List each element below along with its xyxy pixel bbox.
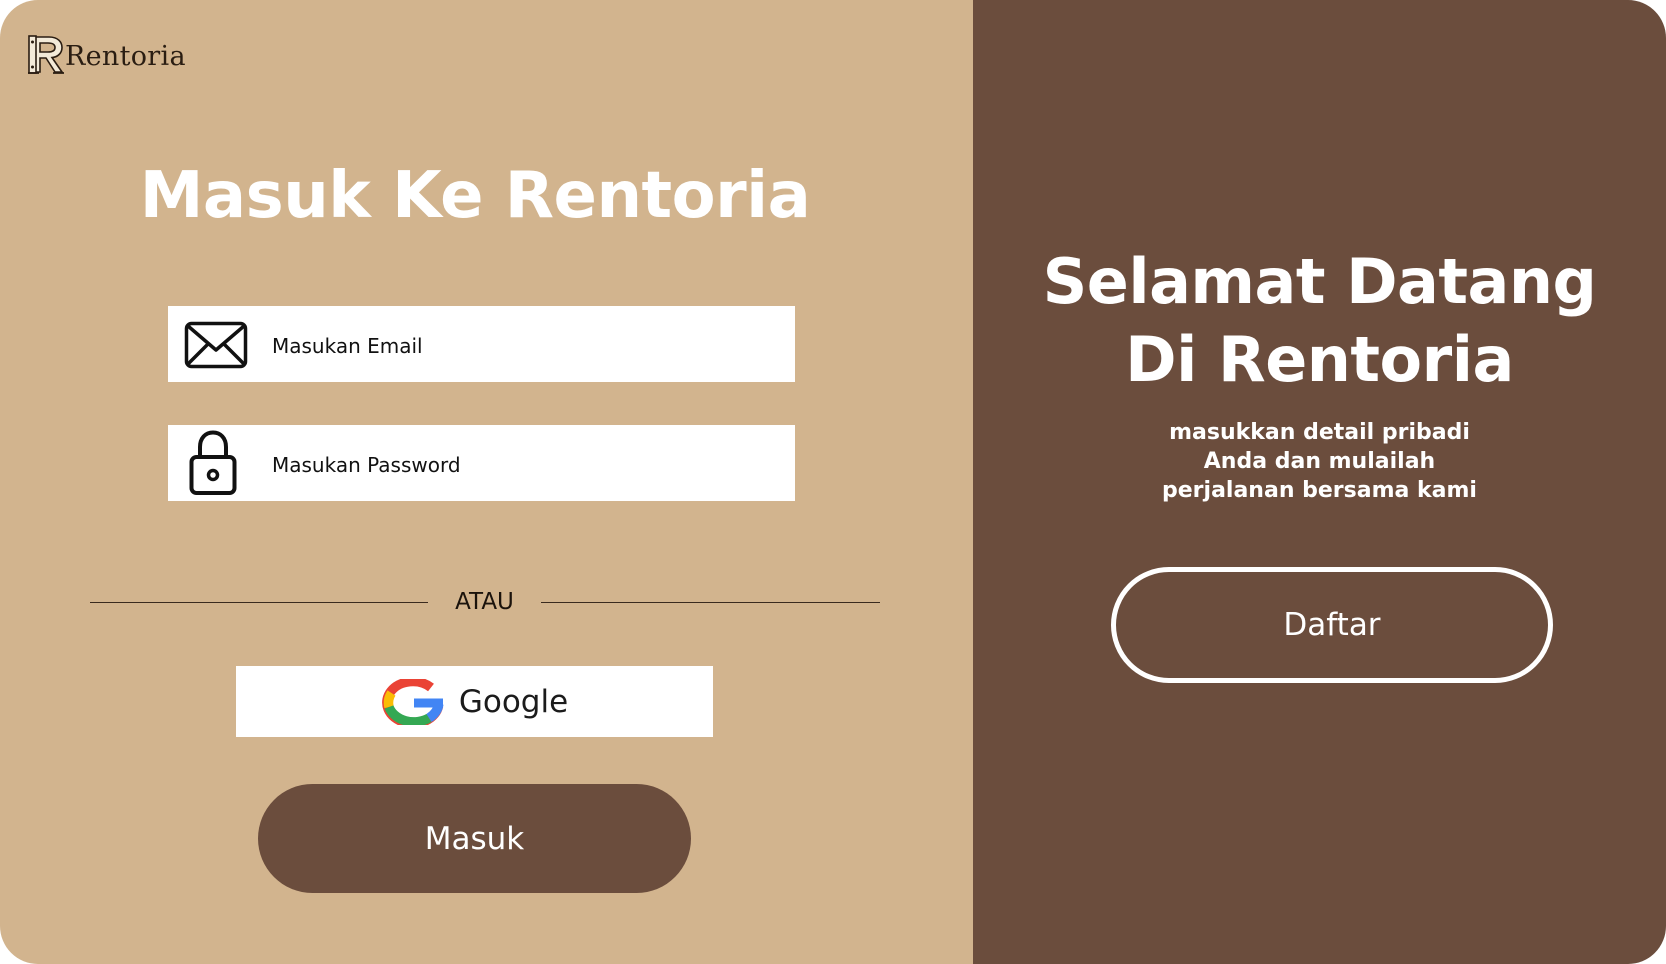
envelope-icon	[184, 321, 248, 369]
welcome-subtitle: masukkan detail pribadi Anda dan mulaila…	[973, 418, 1666, 505]
register-button[interactable]: Daftar	[1111, 567, 1553, 683]
welcome-title-line2: Di Rentoria	[1125, 323, 1514, 396]
welcome-title: Selamat Datang Di Rentoria	[973, 243, 1666, 399]
brand-name: Rentoria	[65, 40, 186, 72]
welcome-title-line1: Selamat Datang	[1042, 245, 1597, 318]
login-title: Masuk Ke Rentoria	[139, 159, 811, 233]
google-g-icon	[382, 678, 444, 725]
login-panel: Rentoria Masuk Ke Rentoria ATAU	[0, 0, 973, 964]
brand-logo[interactable]: Rentoria	[27, 30, 186, 78]
welcome-subtitle-line: perjalanan bersama kami	[1162, 478, 1477, 503]
divider-text: ATAU	[455, 589, 514, 615]
or-divider: ATAU	[90, 585, 880, 619]
google-login-button[interactable]: Google	[236, 666, 713, 737]
password-input[interactable]	[272, 427, 772, 503]
rentoria-r-monogram-icon	[28, 35, 64, 74]
welcome-subtitle-line: masukkan detail pribadi	[1169, 420, 1470, 445]
password-field[interactable]	[168, 425, 795, 503]
lock-icon	[189, 430, 237, 495]
welcome-subtitle-line: Anda dan mulailah	[1203, 449, 1436, 474]
login-submit-button[interactable]: Masuk	[258, 784, 691, 893]
google-label: Google	[458, 683, 569, 720]
divider-line-left	[90, 602, 428, 603]
email-field[interactable]	[168, 306, 795, 384]
email-input[interactable]	[272, 308, 772, 384]
divider-line-right	[541, 602, 880, 603]
login-page: Rentoria Masuk Ke Rentoria ATAU	[0, 0, 1666, 964]
welcome-panel: Selamat Datang Di Rentoria masukkan deta…	[973, 0, 1666, 964]
